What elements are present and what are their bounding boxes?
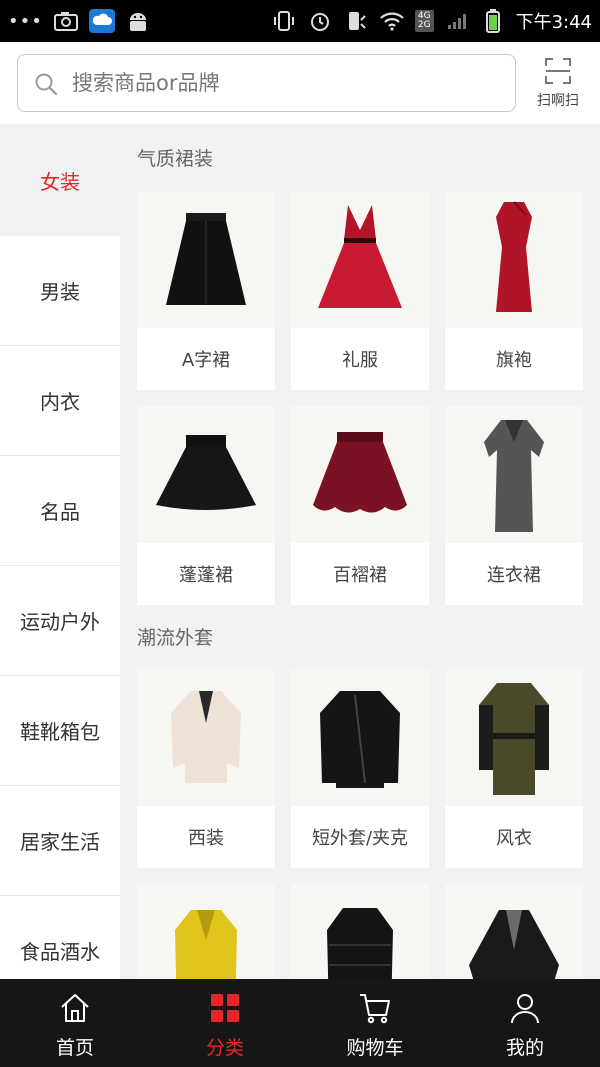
section-title-coats: 潮流外套 [137,627,214,649]
sidebar-item-shoes-bags[interactable]: 鞋靴箱包 [0,676,120,786]
network-type: 4G 2G [414,10,434,32]
sidebar-item-food[interactable]: 食品酒水 [0,896,120,979]
product-card-dress[interactable]: 连衣裙 [445,406,583,605]
sidebar-item-luxury[interactable]: 名品 [0,456,120,566]
search-input[interactable] [72,55,502,111]
product-label: 连衣裙 [487,565,541,586]
sidebar-item-women[interactable]: 女装 [0,126,120,236]
signal-icon [444,9,470,33]
tab-label: 购物车 [346,1037,404,1059]
scan-label: 扫啊扫 [537,93,579,109]
sidebar-item-label: 名品 [40,500,80,524]
more-dots-icon: ••• [8,10,43,32]
sidebar-item-label: 食品酒水 [20,940,100,964]
dress-image [445,406,583,543]
product-label: 蓬蓬裙 [179,565,233,586]
camera-icon [53,9,79,33]
sidebar-item-sports[interactable]: 运动户外 [0,566,120,676]
status-time: 下午3:44 [515,12,592,33]
product-label: 西装 [188,828,224,849]
product-card-a-line-skirt[interactable]: A字裙 [137,191,275,390]
sidebar-item-label: 女装 [40,170,80,194]
cloud-icon [88,9,115,33]
product-card-cape[interactable] [445,884,583,979]
sidebar-item-label: 居家生活 [20,830,100,854]
product-card-jacket[interactable]: 短外套/夹克 [291,669,429,868]
blazer-image [137,669,275,806]
a-line-skirt-image [137,191,275,328]
category-content: 气质裙装 A字裙 礼服 旗袍 蓬蓬裙 百褶裙 连衣裙 潮流外套 西装 短外套/夹… [120,126,600,979]
product-card-down-jacket[interactable] [291,884,429,979]
phone-data-icon [343,9,369,33]
sidebar-item-label: 内衣 [40,390,80,414]
network-type-bottom: 2G [417,20,431,30]
product-label: 礼服 [342,350,378,371]
tab-cart[interactable]: 购物车 [300,979,450,1067]
down-jacket-image [291,884,429,979]
product-card-qipao[interactable]: 旗袍 [445,191,583,390]
status-left: ••• [8,0,151,42]
tab-label: 首页 [55,1037,94,1059]
tab-home[interactable]: 首页 [0,979,150,1067]
status-bar: ••• 4G 2G 下午3:44 [0,0,600,42]
vibrate-icon [271,9,297,33]
section-title-dresses: 气质裙装 [137,148,214,170]
category-sidebar: 女装 男装 内衣 名品 运动户外 鞋靴箱包 居家生活 食品酒水 [0,126,120,979]
tab-category[interactable]: 分类 [150,979,300,1067]
qipao-image [445,191,583,328]
product-label: 百褶裙 [333,565,387,586]
product-card-evening-dress[interactable]: 礼服 [291,191,429,390]
yellow-coat-image [137,884,275,979]
tab-label: 分类 [205,1037,244,1059]
sidebar-item-home[interactable]: 居家生活 [0,786,120,896]
product-label: 短外套/夹克 [311,828,409,849]
status-right: 4G 2G 下午3:44 [271,0,592,42]
sidebar-item-men[interactable]: 男装 [0,236,120,346]
search-icon [35,73,58,96]
trench-coat-image [445,669,583,806]
category-icon [211,994,239,1022]
sidebar-item-label: 运动户外 [20,610,100,634]
bottom-tab-bar: 首页 分类 购物车 我的 [0,979,600,1067]
scan-icon [545,58,571,84]
product-label: 旗袍 [496,350,532,371]
jacket-image [291,669,429,806]
user-icon [511,994,539,1024]
home-icon [61,994,89,1022]
pleated-skirt-image [291,406,429,543]
battery-icon [480,9,506,33]
sidebar-item-label: 鞋靴箱包 [20,720,100,744]
scan-button[interactable]: 扫啊扫 [528,52,588,114]
product-card-trench-coat[interactable]: 风衣 [445,669,583,868]
cape-image [445,884,583,979]
evening-dress-image [291,191,429,328]
search-header: 扫啊扫 [0,42,600,168]
product-card-pleated-skirt[interactable]: 百褶裙 [291,406,429,605]
wifi-icon [379,9,405,33]
product-card-yellow-coat[interactable] [137,884,275,979]
alarm-icon [307,9,333,33]
sidebar-item-underwear[interactable]: 内衣 [0,346,120,456]
sidebar-item-label: 男装 [40,280,80,304]
product-label: A字裙 [181,350,231,371]
tab-label: 我的 [505,1037,544,1059]
product-card-puffy-skirt[interactable]: 蓬蓬裙 [137,406,275,605]
tab-me[interactable]: 我的 [450,979,600,1067]
cart-icon [360,994,390,1024]
product-label: 风衣 [496,828,532,849]
android-icon [125,9,151,33]
product-card-blazer[interactable]: 西装 [137,669,275,868]
puffy-skirt-image [137,406,275,543]
search-box[interactable] [17,54,516,112]
